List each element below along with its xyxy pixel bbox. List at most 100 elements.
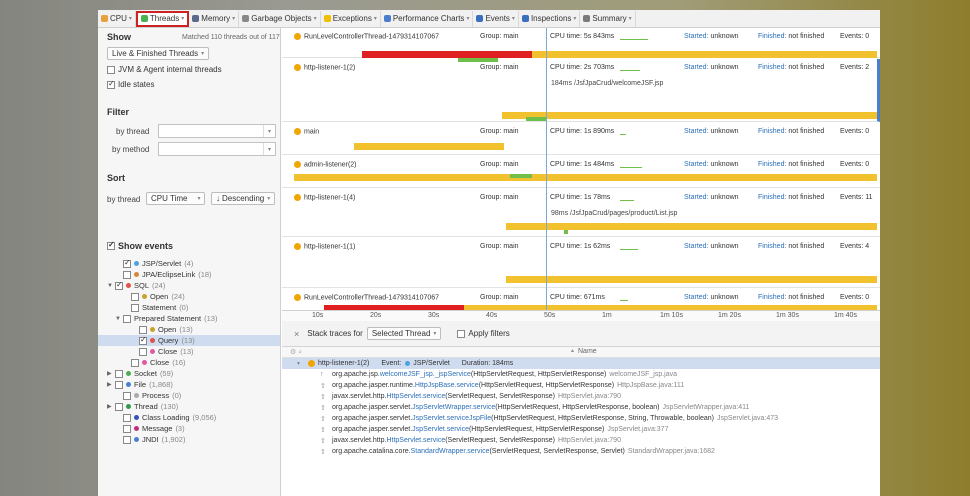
expander-icon[interactable]: ▶	[107, 370, 115, 377]
checkbox-icon[interactable]	[123, 391, 131, 400]
tab-threads[interactable]: Threads ▾	[135, 10, 190, 27]
event-tree-item[interactable]: Open (24)	[98, 291, 280, 302]
checkbox-icon[interactable]	[123, 270, 131, 279]
thread-filter-input[interactable]: ▾	[158, 124, 276, 138]
thread-row[interactable]: admin-listener(2) Group: main CPU time: 1s…	[282, 156, 880, 188]
sort-field-dropdown[interactable]: CPU Time ▾	[146, 192, 206, 205]
thread-row[interactable]: http-listener-1(2) Group: main CPU time: 2…	[282, 59, 880, 122]
header-tool-icons[interactable]: ⚙ ⌕	[290, 348, 302, 357]
sort-order-dropdown[interactable]: ↓ Descending ▾	[211, 192, 276, 205]
jvm-agent-checkbox[interactable]: JVM & Agent internal threads	[107, 65, 222, 74]
stack-frame-row[interactable]: ⇧ javax.servlet.http. HttpServlet.service(…	[282, 435, 880, 446]
event-tree-item[interactable]: Process (0)	[98, 390, 280, 401]
tab-cpu[interactable]: CPU ▾	[98, 10, 136, 27]
event-tree-item[interactable]: ▶ File (1,868)	[98, 379, 280, 390]
chevron-down-icon[interactable]: ▾	[263, 143, 275, 155]
stack-frame-row[interactable]: ↑ org.apache.jsp. welcomeJSF_jsp._jspServi…	[282, 369, 880, 380]
checkbox-icon[interactable]	[139, 335, 147, 345]
checkbox-icon[interactable]	[115, 380, 123, 389]
expander-icon[interactable]: ▼	[296, 361, 304, 367]
event-tree-item[interactable]: JNDI (1,902)	[98, 434, 280, 445]
checkbox-icon[interactable]	[123, 413, 131, 422]
close-icon[interactable]: ×	[294, 329, 299, 339]
tab-garbage-objects[interactable]: Garbage Objects ▾	[239, 10, 321, 27]
stack-frame-row[interactable]: ⇧ org.apache.jasper.runtime. HttpJspBase.s…	[282, 380, 880, 391]
event-tree-item[interactable]: Class Loading (9,056)	[98, 412, 280, 423]
frame-method: welcomeJSF_jsp._jspService	[379, 371, 471, 378]
tab-summary[interactable]: Summary ▾	[580, 10, 636, 27]
event-type-label: JPA/EclipseLink	[142, 270, 196, 279]
idle-states-checkbox[interactable]: Idle states	[107, 79, 154, 89]
finished-value: not finished	[788, 161, 825, 168]
show-events-checkbox[interactable]: Show events	[107, 240, 173, 251]
checkbox-icon[interactable]	[123, 435, 131, 444]
tab-performance-charts[interactable]: Performance Charts ▾	[381, 10, 474, 27]
event-tree-item[interactable]: ▼ Prepared Statement (13)	[98, 313, 280, 324]
thread-state-bar[interactable]	[502, 112, 877, 119]
thread-state-bar[interactable]	[506, 276, 877, 283]
thread-state-bar[interactable]	[294, 174, 877, 181]
event-count: (130)	[160, 402, 179, 411]
expander-icon[interactable]: ▼	[107, 283, 115, 289]
event-tree-item[interactable]: JSP/Servlet(4)	[98, 258, 280, 269]
sort-field-value: CPU Time	[151, 194, 188, 203]
tab-memory[interactable]: Memory ▾	[189, 10, 240, 27]
checkbox-icon[interactable]	[131, 358, 139, 367]
stack-frame-row[interactable]: ⇧ org.apache.jasper.servlet. JspServlet.se…	[282, 424, 880, 435]
expander-icon[interactable]: ▼	[115, 316, 123, 322]
thread-state-bar[interactable]	[532, 51, 877, 58]
thread-state-bar[interactable]	[564, 230, 568, 234]
thread-state-bar[interactable]	[526, 117, 546, 121]
thread-filter-value: Live & Finished Threads	[112, 49, 199, 58]
stack-frame-row[interactable]: ⇧ javax.servlet.http. HttpServlet.service(…	[282, 391, 880, 402]
event-tree-item[interactable]: ▶ Thread (130)	[98, 401, 280, 412]
expander-icon[interactable]: ▶	[107, 381, 115, 388]
event-tree-item[interactable]: Statement (0)	[98, 302, 280, 313]
stack-root-row[interactable]: ▼ http-listener-1(2) Event: JSP/Servlet Dura…	[282, 358, 880, 369]
stack-frame-row[interactable]: ⇧ org.apache.jasper.servlet. JspServlet.se…	[282, 413, 880, 424]
checkbox-icon[interactable]	[139, 325, 147, 334]
thread-row[interactable]: main Group: main CPU time: 1s 890ms Started…	[282, 123, 880, 155]
stack-mode-dropdown[interactable]: Selected Thread ▾	[366, 327, 442, 340]
thread-state-bar[interactable]	[506, 223, 877, 230]
apply-filters-checkbox[interactable]: Apply filters	[457, 329, 510, 338]
stack-frame-row[interactable]: ⇧ org.apache.jasper.servlet. JspServletWra…	[282, 402, 880, 413]
thread-state-bar[interactable]	[510, 174, 532, 178]
thread-row[interactable]: http-listener-1(1) Group: main CPU time: 1…	[282, 238, 880, 288]
event-tree-item[interactable]: Open (13)	[98, 324, 280, 335]
expander-icon[interactable]: ▶	[107, 403, 115, 410]
event-tree-item[interactable]: Query(13)	[98, 335, 280, 346]
checkbox-icon[interactable]	[123, 314, 131, 323]
name-column-header[interactable]: Name	[578, 348, 597, 355]
thread-row[interactable]: RunLevelControllerThread-1479314107067 Gr…	[282, 28, 880, 62]
thread-state-bar[interactable]	[354, 143, 504, 150]
checkbox-icon[interactable]	[131, 292, 139, 301]
thread-row[interactable]: RunLevelControllerThread-1479314107067 Gr…	[282, 289, 880, 310]
checkbox-icon[interactable]	[123, 424, 131, 433]
tab-inspections[interactable]: Inspections ▾	[519, 10, 581, 27]
event-color-dot	[134, 261, 139, 266]
method-filter-input[interactable]: ▾	[158, 142, 276, 156]
checkbox-icon[interactable]	[131, 303, 139, 312]
event-tree-item[interactable]: Message (3)	[98, 423, 280, 434]
checkbox-icon[interactable]	[115, 280, 123, 290]
checkbox-icon[interactable]	[115, 402, 123, 411]
event-tree-item[interactable]: ▼ SQL(24)	[98, 280, 280, 291]
event-tree-item[interactable]: ▶ Socket (59)	[98, 368, 280, 379]
event-tree-item[interactable]: Close (16)	[98, 357, 280, 368]
cpu-sparkline	[620, 130, 626, 135]
thread-filter-dropdown[interactable]: Live & Finished Threads ▾	[107, 47, 210, 60]
thread-started: Started: unknown	[684, 294, 739, 301]
thread-state-bar[interactable]	[362, 51, 532, 58]
chevron-down-icon[interactable]: ▾	[263, 125, 275, 137]
frame-package: org.apache.jasper.servlet.	[332, 404, 413, 411]
event-tree-item[interactable]: JPA/EclipseLink (18)	[98, 269, 280, 280]
checkbox-icon[interactable]	[139, 347, 147, 356]
tab-events[interactable]: Events ▾	[473, 10, 519, 27]
checkbox-icon[interactable]	[123, 258, 131, 268]
checkbox-icon[interactable]	[115, 369, 123, 378]
thread-row[interactable]: http-listener-1(4) Group: main CPU time: 1…	[282, 189, 880, 237]
stack-frame-row[interactable]: ⇧ org.apache.catalina.core. StandardWrappe…	[282, 446, 880, 457]
event-tree-item[interactable]: Close (13)	[98, 346, 280, 357]
tab-exceptions[interactable]: Exceptions ▾	[321, 10, 381, 27]
